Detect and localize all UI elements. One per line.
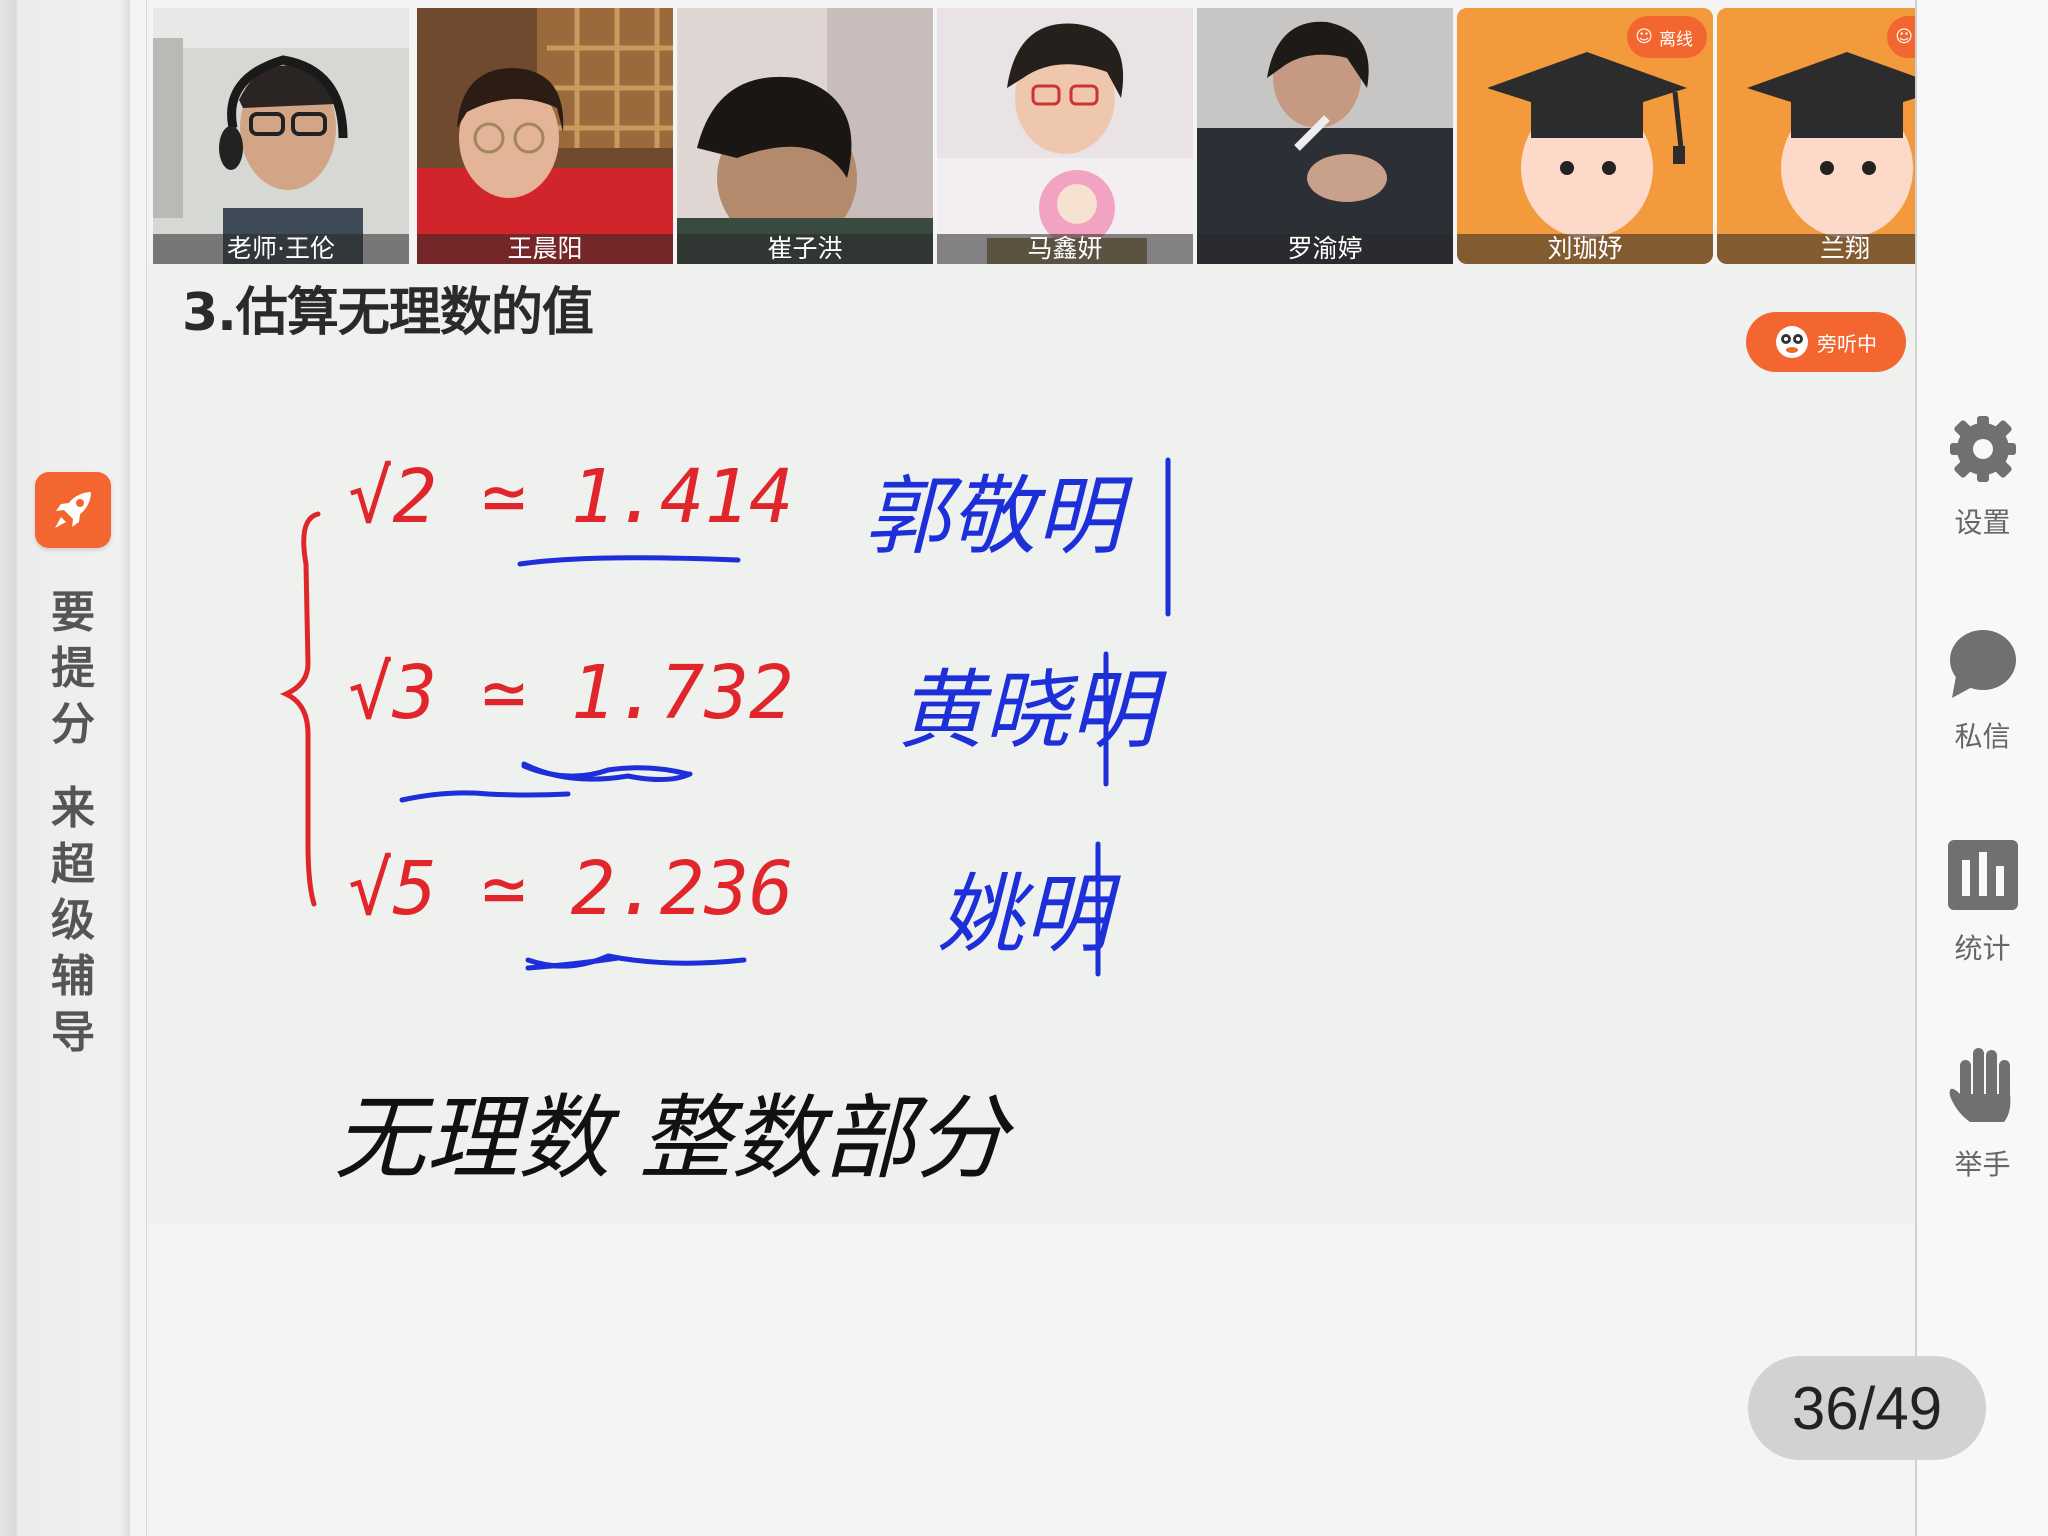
handwritten-note: 无理数 整数部分 — [334, 1085, 1008, 1192]
video-feed — [937, 8, 1193, 264]
mascot-icon: ☺ — [1895, 27, 1913, 47]
participant-name: 刘珈妤 — [1457, 234, 1713, 264]
slogan-char: 导 — [51, 1007, 95, 1058]
settings-button[interactable]: 设置 — [1917, 412, 2048, 541]
video-feed — [677, 8, 933, 264]
participant-tile[interactable]: 马鑫妍 — [937, 8, 1193, 264]
student-avatar-icon — [1717, 8, 1917, 264]
video-feed — [417, 8, 673, 264]
handwritten-sqrt3: √3 ≃ 1.732 — [348, 650, 794, 736]
hand-icon — [1949, 1048, 2010, 1122]
handwritten-name-2: 黄晓明 — [898, 661, 1156, 761]
raise-hand-label: 举手 — [1954, 1148, 2011, 1181]
rocket-app-button[interactable] — [35, 472, 111, 548]
slogan-char: 超 — [51, 839, 95, 890]
participant-tile[interactable]: 崔子洪 — [677, 8, 933, 264]
participant-name: 崔子洪 — [677, 234, 933, 264]
listening-label: 旁听中 — [1817, 331, 1877, 356]
page-counter: 36/49 — [1748, 1356, 1986, 1460]
participant-tile[interactable]: ☺ 离线 兰翔 — [1717, 8, 1917, 264]
private-message-button[interactable]: 私信 — [1917, 626, 2048, 755]
handwritten-name-1: 郭敬明 — [864, 467, 1122, 567]
handwritten-name-3: 姚明 — [938, 865, 1110, 965]
mascot-icon: ☺ — [1635, 27, 1653, 47]
participant-name: 马鑫妍 — [937, 234, 1193, 264]
left-sidebar: 要 提 分 来 超 级 辅 导 — [0, 0, 130, 1536]
right-toolbar: 设置 私信 统计 举手 — [1917, 0, 2048, 1536]
mascot-icon — [1776, 326, 1808, 358]
whiteboard[interactable]: 3.估算无理数的值 √2 ≃ 1.414 √3 ≃ 1.732 √5 ≃ 2.2… — [148, 264, 1916, 1224]
participant-tile[interactable]: 老师·王伦 — [153, 8, 409, 264]
chat-bubble-icon — [1949, 630, 2016, 698]
participant-tile[interactable]: ☺ 离线 刘珈妤 — [1457, 8, 1713, 264]
slogan-char: 来 — [51, 783, 95, 834]
rocket-icon — [55, 492, 91, 528]
divider — [146, 0, 147, 1536]
slogan-char: 辅 — [51, 951, 95, 1002]
participant-video-strip: 老师·王伦 王晨阳 崔子洪 马鑫妍 罗渝婷 ☺ 离线 刘珈妤 ☺ 兰翔 — [153, 8, 1917, 264]
offline-badge: ☺ 离线 — [1627, 16, 1707, 58]
settings-label: 设置 — [1954, 506, 2011, 539]
statistics-label: 统计 — [1954, 932, 2011, 965]
handwritten-sqrt2: √2 ≃ 1.414 — [348, 454, 794, 540]
slogan-char: 级 — [51, 895, 95, 946]
listening-badge[interactable]: 旁听中 — [1746, 312, 1906, 372]
slogan-char: 提 — [51, 643, 95, 694]
slogan-char: 要 — [51, 587, 95, 638]
statistics-button[interactable]: 统计 — [1917, 838, 2048, 967]
video-feed — [1197, 8, 1453, 264]
slogan-char: 分 — [51, 699, 95, 750]
bar-stats-icon — [1947, 840, 2018, 910]
video-feed — [153, 8, 409, 264]
raise-hand-button[interactable]: 举手 — [1917, 1042, 2048, 1183]
participant-name: 兰翔 — [1717, 234, 1917, 264]
participant-tile[interactable]: 王晨阳 — [417, 8, 673, 264]
participant-name: 老师·王伦 — [153, 234, 409, 264]
participant-name: 罗渝婷 — [1197, 234, 1453, 264]
gear-icon — [1949, 416, 2016, 482]
participant-name: 王晨阳 — [417, 234, 673, 264]
private-message-label: 私信 — [1954, 720, 2011, 753]
slogan: 要 提 分 来 超 级 辅 导 — [43, 585, 103, 1061]
participant-tile[interactable]: 罗渝婷 — [1197, 8, 1453, 264]
handwritten-sqrt5: √5 ≃ 2.236 — [348, 846, 794, 932]
